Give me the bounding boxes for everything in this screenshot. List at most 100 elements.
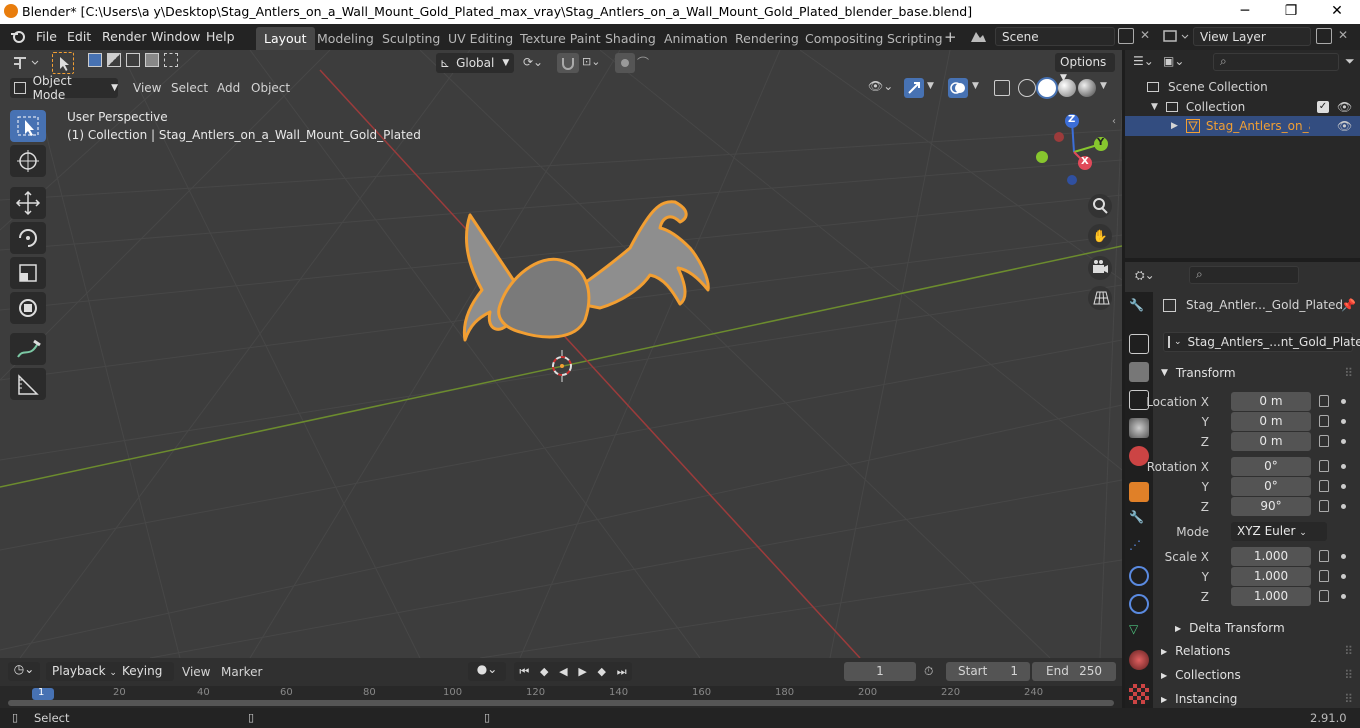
sidebar-toggle-icon[interactable]: ‹ [1112, 116, 1116, 127]
scale-y-field[interactable]: 1.000 [1231, 567, 1311, 586]
rotate-tool[interactable] [10, 222, 46, 254]
start-frame-field[interactable]: Start 1 [946, 662, 1030, 681]
chevron-down-icon[interactable]: ▼ [972, 81, 979, 91]
collections-header[interactable]: ▶ Collections ⠿ [1161, 664, 1355, 686]
tab-sculpting[interactable]: Sculpting [374, 27, 448, 50]
snap-target-icon[interactable]: ⊡⌄ [582, 55, 600, 68]
scale-tool[interactable] [10, 257, 46, 289]
menu-render[interactable]: Render [102, 29, 147, 44]
rendered-shading-icon[interactable] [1078, 79, 1096, 97]
lock-icon[interactable] [1319, 590, 1329, 602]
scale-z-field[interactable]: 1.000 [1231, 587, 1311, 606]
expand-arrow-icon[interactable]: ▶ [1171, 121, 1178, 131]
prev-keyframe-icon[interactable]: ◆ [540, 665, 548, 678]
keying-menu[interactable]: Keying ⌄ [116, 662, 174, 692]
scale-x-field[interactable]: 1.000 [1231, 547, 1311, 566]
display-mode-icon[interactable]: ▣⌄ [1163, 54, 1184, 68]
editor-type-icon[interactable] [10, 53, 40, 72]
location-z-field[interactable]: 0 m [1231, 432, 1311, 451]
instancing-header[interactable]: ▶ Instancing ⠿ [1161, 688, 1355, 710]
scene-name-field[interactable]: Scene [995, 27, 1115, 46]
new-scene-icon[interactable] [1118, 28, 1134, 44]
maximize-button[interactable]: ❐ [1268, 0, 1314, 24]
view-layer-icon[interactable] [1162, 28, 1192, 46]
annotate-tool[interactable] [10, 333, 46, 365]
outliner-search-input[interactable]: ⌕ [1213, 53, 1339, 71]
menu-edit[interactable]: Edit [67, 29, 91, 44]
filter-icon[interactable]: ⏷ [1345, 54, 1355, 69]
menu-help[interactable]: Help [206, 29, 235, 44]
tab-modeling[interactable]: Modeling [309, 27, 382, 50]
playback-menu[interactable]: Playback ⌄ [46, 662, 124, 681]
exclude-checkbox[interactable]: ✓ [1317, 101, 1329, 113]
pan-hand-icon[interactable]: ✋ [1088, 224, 1112, 248]
view-layer-field[interactable]: View Layer [1193, 27, 1311, 46]
tab-animation[interactable]: Animation [656, 27, 736, 50]
lock-icon[interactable] [1319, 460, 1329, 472]
collapse-arrow-icon[interactable]: ▼ [1151, 102, 1158, 112]
viewport-menu-object[interactable]: Object [251, 81, 290, 95]
timeline-view-menu[interactable]: View [182, 665, 210, 679]
keyframe-dot-icon[interactable] [1341, 484, 1346, 489]
keyframe-dot-icon[interactable] [1341, 554, 1346, 559]
drag-handle-icon[interactable]: ⠿ [1344, 692, 1353, 706]
blender-menu-icon[interactable] [10, 28, 26, 44]
render-tab-icon[interactable] [1129, 334, 1149, 354]
shading-mode-icons[interactable] [1018, 79, 1096, 97]
lock-icon[interactable] [1319, 415, 1329, 427]
viewport-menu-add[interactable]: Add [217, 81, 240, 95]
menu-window[interactable]: Window [151, 29, 200, 44]
timeline-marker-menu[interactable]: Marker [221, 665, 262, 679]
current-frame-field[interactable]: 1 [844, 662, 916, 681]
overlays-toggle-icon[interactable] [948, 78, 968, 98]
tab-rendering[interactable]: Rendering [727, 27, 807, 50]
jump-end-icon[interactable]: ⏭ [617, 665, 627, 679]
solid-shading-icon[interactable] [1038, 79, 1056, 97]
keyframe-dot-icon[interactable] [1341, 594, 1346, 599]
constraints-tab-icon[interactable] [1129, 594, 1149, 614]
scene-collection-row[interactable]: Scene Collection [1147, 80, 1268, 94]
tool-tab-icon[interactable]: 🔧 [1129, 298, 1149, 318]
mode-invert-icon[interactable] [145, 53, 159, 67]
rotation-mode-dropdown[interactable]: XYZ Euler ⌄ [1231, 522, 1327, 541]
object-datablock-field[interactable]: ⌄ Stag_Antlers_...nt_Gold_Plated [1163, 332, 1360, 352]
lock-icon[interactable] [1319, 435, 1329, 447]
scene-icon[interactable] [968, 28, 988, 46]
mode-intersect-icon[interactable] [164, 53, 178, 67]
location-x-field[interactable]: 0 m [1231, 392, 1311, 411]
location-y-field[interactable]: 0 m [1231, 412, 1311, 431]
viewport-menu-select[interactable]: Select [171, 81, 208, 95]
measure-tool[interactable] [10, 368, 46, 400]
pin-icon[interactable]: 📌 [1341, 298, 1356, 312]
remove-view-layer-icon[interactable]: ✕ [1338, 28, 1348, 42]
tab-scripting[interactable]: Scripting [879, 27, 951, 50]
timeline-editor-icon[interactable]: ◷⌄ [8, 662, 40, 681]
eye-icon[interactable]: 👁 [1337, 119, 1352, 133]
material-tab-icon[interactable] [1129, 650, 1149, 670]
camera-view-icon[interactable] [1088, 256, 1112, 280]
minimize-button[interactable]: ─ [1222, 0, 1268, 24]
chevron-down-icon[interactable]: ▼ [1100, 81, 1107, 91]
physics-tab-icon[interactable] [1129, 566, 1149, 586]
relations-header[interactable]: ▶ Relations ⠿ [1161, 640, 1355, 662]
options-dropdown[interactable]: Options ▼ [1055, 53, 1115, 83]
tab-texture-paint[interactable]: Texture Paint [512, 27, 609, 50]
properties-editor-icon[interactable]: ⛭⌄ [1135, 268, 1155, 283]
lock-icon[interactable] [1319, 570, 1329, 582]
play-reverse-icon[interactable]: ◀ [559, 665, 567, 678]
timeline-scrollbar[interactable] [8, 700, 1114, 706]
keyframe-dot-icon[interactable] [1341, 419, 1346, 424]
lock-icon[interactable] [1319, 500, 1329, 512]
select-box-tool-icon[interactable] [52, 52, 74, 74]
add-workspace-icon[interactable]: + [944, 28, 957, 46]
modifier-tab-icon[interactable]: 🔧 [1129, 510, 1149, 530]
drag-handle-icon[interactable]: ⠿ [1344, 644, 1353, 658]
keyframe-dot-icon[interactable] [1341, 574, 1346, 579]
collection-row[interactable]: ▼ Collection ✓ 👁 [1151, 100, 1356, 114]
rotation-x-field[interactable]: 0° [1231, 457, 1311, 476]
proportional-edit-icon[interactable] [615, 53, 635, 73]
lock-icon[interactable] [1319, 480, 1329, 492]
tab-layout[interactable]: Layout [256, 27, 315, 50]
move-tool[interactable] [10, 187, 46, 219]
record-keyframe-button[interactable]: ●⌄ [468, 662, 506, 681]
